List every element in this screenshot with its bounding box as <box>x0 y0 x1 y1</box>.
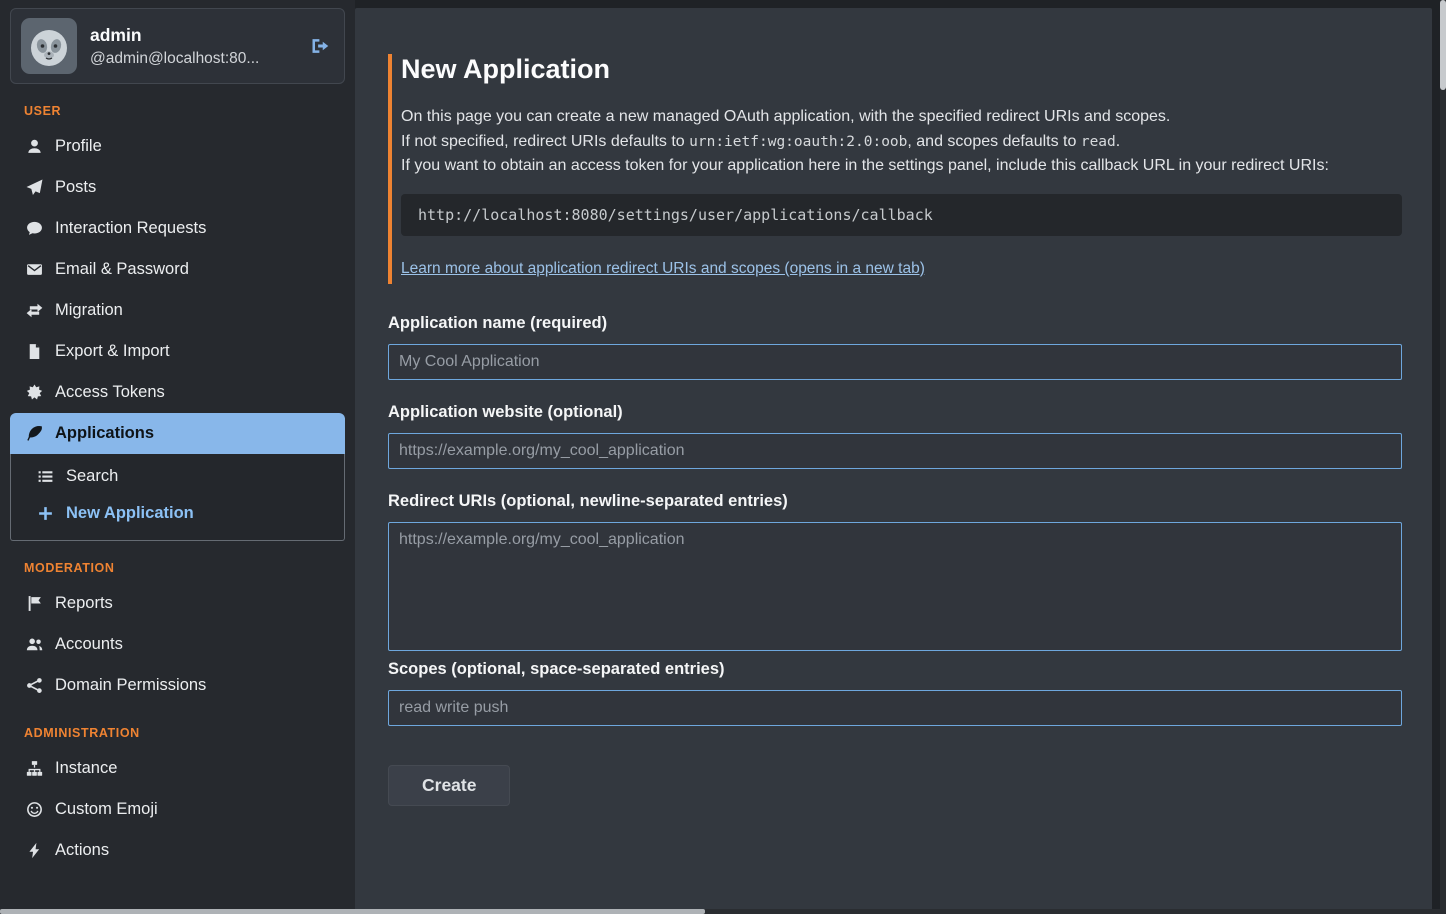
horizontal-scrollbar[interactable] <box>0 909 1446 914</box>
user-icon <box>24 138 44 155</box>
sidebar-item-label: Custom Emoji <box>55 800 158 819</box>
sidebar-item-posts[interactable]: Posts <box>10 167 345 208</box>
callback-url-code-block: http://localhost:8080/settings/user/appl… <box>401 194 1402 236</box>
page-header: New Application On this page you can cre… <box>388 54 1402 284</box>
application-website-label: Application website (optional) <box>388 403 1402 422</box>
sidebar-item-interaction-requests[interactable]: Interaction Requests <box>10 208 345 249</box>
page-title: New Application <box>401 54 1402 85</box>
default-redirect-uri-code: urn:ietf:wg:oauth:2.0:oob <box>689 134 907 150</box>
sidebar-item-reports[interactable]: Reports <box>10 583 345 624</box>
new-application-panel: New Application On this page you can cre… <box>355 8 1432 914</box>
intro-text: . <box>1116 133 1120 150</box>
section-label-moderation: MODERATION <box>24 561 341 575</box>
logout-button[interactable] <box>308 34 332 58</box>
sidebar-item-label: Accounts <box>55 635 123 654</box>
user-card: admin @admin@localhost:80... <box>10 8 345 84</box>
intro-text: If not specified, redirect URIs defaults… <box>401 133 689 150</box>
application-name-input[interactable] <box>388 344 1402 380</box>
sidebar-item-export-import[interactable]: Export & Import <box>10 331 345 372</box>
main-wrap: New Application On this page you can cre… <box>355 0 1446 914</box>
learn-more-link[interactable]: Learn more about application redirect UR… <box>401 260 925 278</box>
list-icon <box>35 468 55 485</box>
sidebar-item-label: Instance <box>55 759 117 778</box>
sidebar-item-domain-permissions[interactable]: Domain Permissions <box>10 665 345 706</box>
sidebar-item-label: Access Tokens <box>55 383 165 402</box>
sidebar-item-label: Posts <box>55 178 96 197</box>
scopes-label: Scopes (optional, space-separated entrie… <box>388 660 1402 679</box>
sidebar-item-label: Search <box>66 467 118 486</box>
flag-icon <box>24 595 44 612</box>
logout-icon <box>310 36 330 56</box>
users-icon <box>24 636 44 653</box>
horizontal-scrollbar-thumb[interactable] <box>0 909 705 914</box>
file-icon <box>24 343 44 360</box>
sidebar: admin @admin@localhost:80... USER Profil… <box>0 0 355 914</box>
sidebar-item-applications-search[interactable]: Search <box>11 458 344 495</box>
share-nodes-icon <box>24 677 44 694</box>
sidebar-item-access-tokens[interactable]: Access Tokens <box>10 372 345 413</box>
new-application-form: Application name (required) Application … <box>388 314 1402 806</box>
sidebar-item-profile[interactable]: Profile <box>10 126 345 167</box>
scopes-input[interactable] <box>388 690 1402 726</box>
sidebar-item-actions[interactable]: Actions <box>10 830 345 871</box>
sidebar-item-label: Actions <box>55 841 109 860</box>
sidebar-item-label: Migration <box>55 301 123 320</box>
sidebar-item-applications[interactable]: Applications <box>10 413 345 454</box>
sidebar-item-custom-emoji[interactable]: Custom Emoji <box>10 789 345 830</box>
vertical-scrollbar-thumb[interactable] <box>1440 0 1446 90</box>
exchange-arrows-icon <box>24 302 44 319</box>
section-label-administration: ADMINISTRATION <box>24 726 341 740</box>
redirect-uris-textarea[interactable] <box>388 522 1402 651</box>
comment-icon <box>24 220 44 237</box>
sidebar-item-label: New Application <box>66 504 194 523</box>
user-meta: admin @admin@localhost:80... <box>90 25 295 68</box>
user-name: admin <box>90 25 295 46</box>
sidebar-item-label: Applications <box>55 424 154 443</box>
intro-text: , and scopes defaults to <box>907 133 1080 150</box>
sitemap-icon <box>24 760 44 777</box>
plus-icon <box>35 505 55 522</box>
avatar <box>21 18 77 74</box>
sidebar-item-new-application[interactable]: New Application <box>11 495 344 532</box>
user-handle: @admin@localhost:80... <box>90 50 295 68</box>
create-button[interactable]: Create <box>388 765 510 806</box>
applications-submenu: Search New Application <box>10 454 345 541</box>
paper-plane-icon <box>24 179 44 196</box>
certificate-icon <box>24 384 44 401</box>
sidebar-item-label: Profile <box>55 137 102 156</box>
sidebar-item-instance[interactable]: Instance <box>10 748 345 789</box>
smiley-icon <box>24 801 44 818</box>
intro-line-3: If you want to obtain an access token fo… <box>401 154 1402 179</box>
app-layout: admin @admin@localhost:80... USER Profil… <box>0 0 1446 914</box>
envelope-icon <box>24 261 44 278</box>
vertical-scrollbar[interactable] <box>1440 0 1446 914</box>
redirect-uris-label: Redirect URIs (optional, newline-separat… <box>388 492 1402 511</box>
feather-icon <box>24 425 44 442</box>
default-scope-code: read <box>1081 134 1116 150</box>
application-name-label: Application name (required) <box>388 314 1402 333</box>
sidebar-item-email-password[interactable]: Email & Password <box>10 249 345 290</box>
sidebar-item-accounts[interactable]: Accounts <box>10 624 345 665</box>
sidebar-item-label: Reports <box>55 594 113 613</box>
application-website-input[interactable] <box>388 433 1402 469</box>
section-label-user: USER <box>24 104 341 118</box>
sidebar-item-label: Export & Import <box>55 342 170 361</box>
sidebar-item-label: Interaction Requests <box>55 219 206 238</box>
sidebar-item-migration[interactable]: Migration <box>10 290 345 331</box>
bolt-icon <box>24 842 44 859</box>
sidebar-item-label: Email & Password <box>55 260 189 279</box>
intro-line-2: If not specified, redirect URIs defaults… <box>401 130 1402 155</box>
intro-line-1: On this page you can create a new manage… <box>401 105 1402 130</box>
sidebar-item-label: Domain Permissions <box>55 676 206 695</box>
